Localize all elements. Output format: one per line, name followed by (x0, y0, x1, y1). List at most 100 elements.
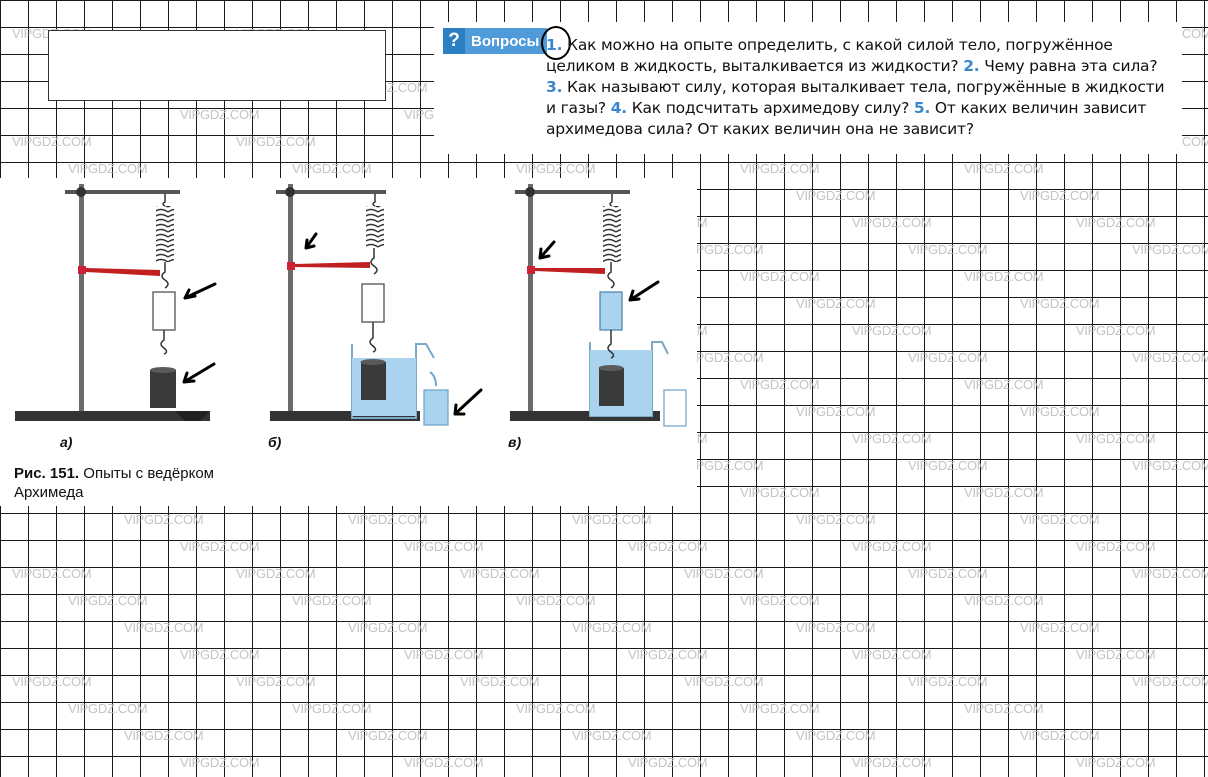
watermark-text: VIPGDZ.COM (740, 377, 820, 392)
setup-a (15, 184, 217, 421)
watermark-text: VIPGDZ.COM (236, 566, 316, 581)
watermark-text: VIPGDZ.COM (180, 107, 260, 122)
watermark-text: VIPGDZ.COM (1076, 323, 1156, 338)
watermark-text: VIPGDZ.COM (180, 755, 260, 770)
watermark-text: VIPGDZ.COM (348, 728, 428, 743)
watermark-text: VIPGDZ.COM (852, 647, 932, 662)
spring (603, 206, 621, 262)
watermark-text: VIPGDZ.COM (1132, 458, 1208, 473)
watermark-text: VIPGDZ.COM (68, 161, 148, 176)
watermark-text: VIPGDZ.COM (572, 512, 652, 527)
watermark-text: VIPGDZ.COM (12, 674, 92, 689)
figure-label-c: в) (508, 434, 522, 450)
watermark-text: VIPGDZ.COM (1132, 566, 1208, 581)
watermark-text: VIPGDZ.COM (964, 485, 1044, 500)
watermark-text: VIPGDZ.COM (964, 701, 1044, 716)
stand-rod (79, 184, 84, 411)
watermark-text: VIPGDZ.COM (124, 512, 204, 527)
watermark-text: VIPGDZ.COM (1020, 188, 1100, 203)
watermark-text: VIPGDZ.COM (908, 350, 988, 365)
cylinder-body (599, 368, 624, 406)
watermark-text: VIPGDZ.COM (796, 188, 876, 203)
watermark-text: VIPGDZ.COM (1020, 620, 1100, 635)
watermark-text: VIPGDZ.COM (12, 134, 92, 149)
watermark-text: VIPGDZ.COM (628, 539, 708, 554)
arrow-icon (183, 282, 217, 300)
watermark-text: VIPGDZ.COM (1132, 242, 1208, 257)
watermark-text: VIPGDZ.COM (1076, 539, 1156, 554)
watermark-text: VIPGDZ.COM (852, 539, 932, 554)
watermark-text: VIPGDZ.COM (1132, 350, 1208, 365)
watermark-text: VIPGDZ.COM (1020, 296, 1100, 311)
pointer (535, 268, 605, 274)
watermark-text: VIPGDZ.COM (740, 161, 820, 176)
questions-badge: ? Вопросы (443, 28, 548, 54)
question-number: 5. (913, 99, 931, 117)
figure-label-a: а) (60, 434, 73, 450)
empty-bucket (361, 283, 385, 323)
watermark-text: VIPGDZ.COM (516, 701, 596, 716)
watermark-text: VIPGDZ.COM (292, 593, 372, 608)
watermark-text: VIPGDZ.COM (796, 728, 876, 743)
watermark-text: VIPGDZ.COM (964, 593, 1044, 608)
arrow-icon (182, 362, 216, 384)
watermark-text: VIPGDZ.COM (12, 566, 92, 581)
watermark-text: VIPGDZ.COM (628, 647, 708, 662)
watermark-text: VIPGDZ.COM (908, 458, 988, 473)
watermark-text: VIPGDZ.COM (796, 512, 876, 527)
question-number: 4. (610, 99, 627, 117)
watermark-text: VIPGDZ.COM (124, 728, 204, 743)
watermark-text: VIPGDZ.COM (740, 485, 820, 500)
watermark-text: VIPGDZ.COM (180, 539, 260, 554)
watermark-text: VIPGDZ.COM (404, 755, 484, 770)
question-mark-icon: ? (443, 28, 465, 54)
watermark-text: VIPGDZ.COM (1076, 647, 1156, 662)
watermark-text: VIPGDZ.COM (964, 161, 1044, 176)
questions-text: 1. Как можно на опыте определить, с како… (546, 35, 1170, 140)
caption-number: Рис. 151. (14, 465, 80, 482)
watermark-text: VIPGDZ.COM (908, 674, 988, 689)
watermark-text: VIPGDZ.COM (236, 674, 316, 689)
watermark-text: VIPGDZ.COM (852, 755, 932, 770)
watermark-text: VIPGDZ.COM (236, 134, 316, 149)
watermark-text: VIPGDZ.COM (852, 215, 932, 230)
watermark-text: VIPGDZ.COM (908, 242, 988, 257)
glass (663, 389, 687, 427)
question-text: Как подсчитать архимедову силу? (631, 99, 910, 117)
stand-rod (528, 184, 533, 411)
watermark-text: VIPGDZ.COM (124, 620, 204, 635)
watermark-text: VIPGDZ.COM (292, 701, 372, 716)
watermark-text: VIPGDZ.COM (460, 674, 540, 689)
pointer (86, 268, 160, 276)
figure-label-b: б) (268, 434, 282, 450)
watermark-text: VIPGDZ.COM (684, 674, 764, 689)
arrow-icon (304, 232, 318, 250)
questions-badge-label: Вопросы (465, 28, 548, 54)
watermark-text: VIPGDZ.COM (68, 701, 148, 716)
spring (156, 206, 174, 262)
watermark-text: VIPGDZ.COM (1076, 755, 1156, 770)
stand-rod (288, 184, 293, 411)
watermark-text: VIPGDZ.COM (1020, 404, 1100, 419)
arrow-icon (628, 280, 660, 302)
empty-answer-box (48, 30, 386, 101)
watermark-text: VIPGDZ.COM (1076, 215, 1156, 230)
watermark-text: VIPGDZ.COM (740, 593, 820, 608)
pointer (295, 262, 370, 268)
cylinder-body (361, 362, 386, 400)
archimedes-bucket-figure (15, 184, 687, 427)
watermark-text: VIPGDZ.COM (1132, 674, 1208, 689)
setup-b (270, 184, 483, 426)
question-number: 3. (546, 78, 563, 96)
arrow-icon (453, 388, 483, 416)
watermark-text: VIPGDZ.COM (348, 512, 428, 527)
watermark-text: VIPGDZ.COM (572, 620, 652, 635)
empty-bucket (152, 291, 176, 331)
watermark-text: VIPGDZ.COM (964, 377, 1044, 392)
watermark-text: VIPGDZ.COM (460, 566, 540, 581)
watermark-text: VIPGDZ.COM (1020, 512, 1100, 527)
watermark-text: VIPGDZ.COM (796, 404, 876, 419)
watermark-text: VIPGDZ.COM (740, 701, 820, 716)
cylinder-body (150, 370, 176, 408)
figure-caption: Рис. 151. Опыты с ведёрком Архимеда (14, 464, 234, 502)
